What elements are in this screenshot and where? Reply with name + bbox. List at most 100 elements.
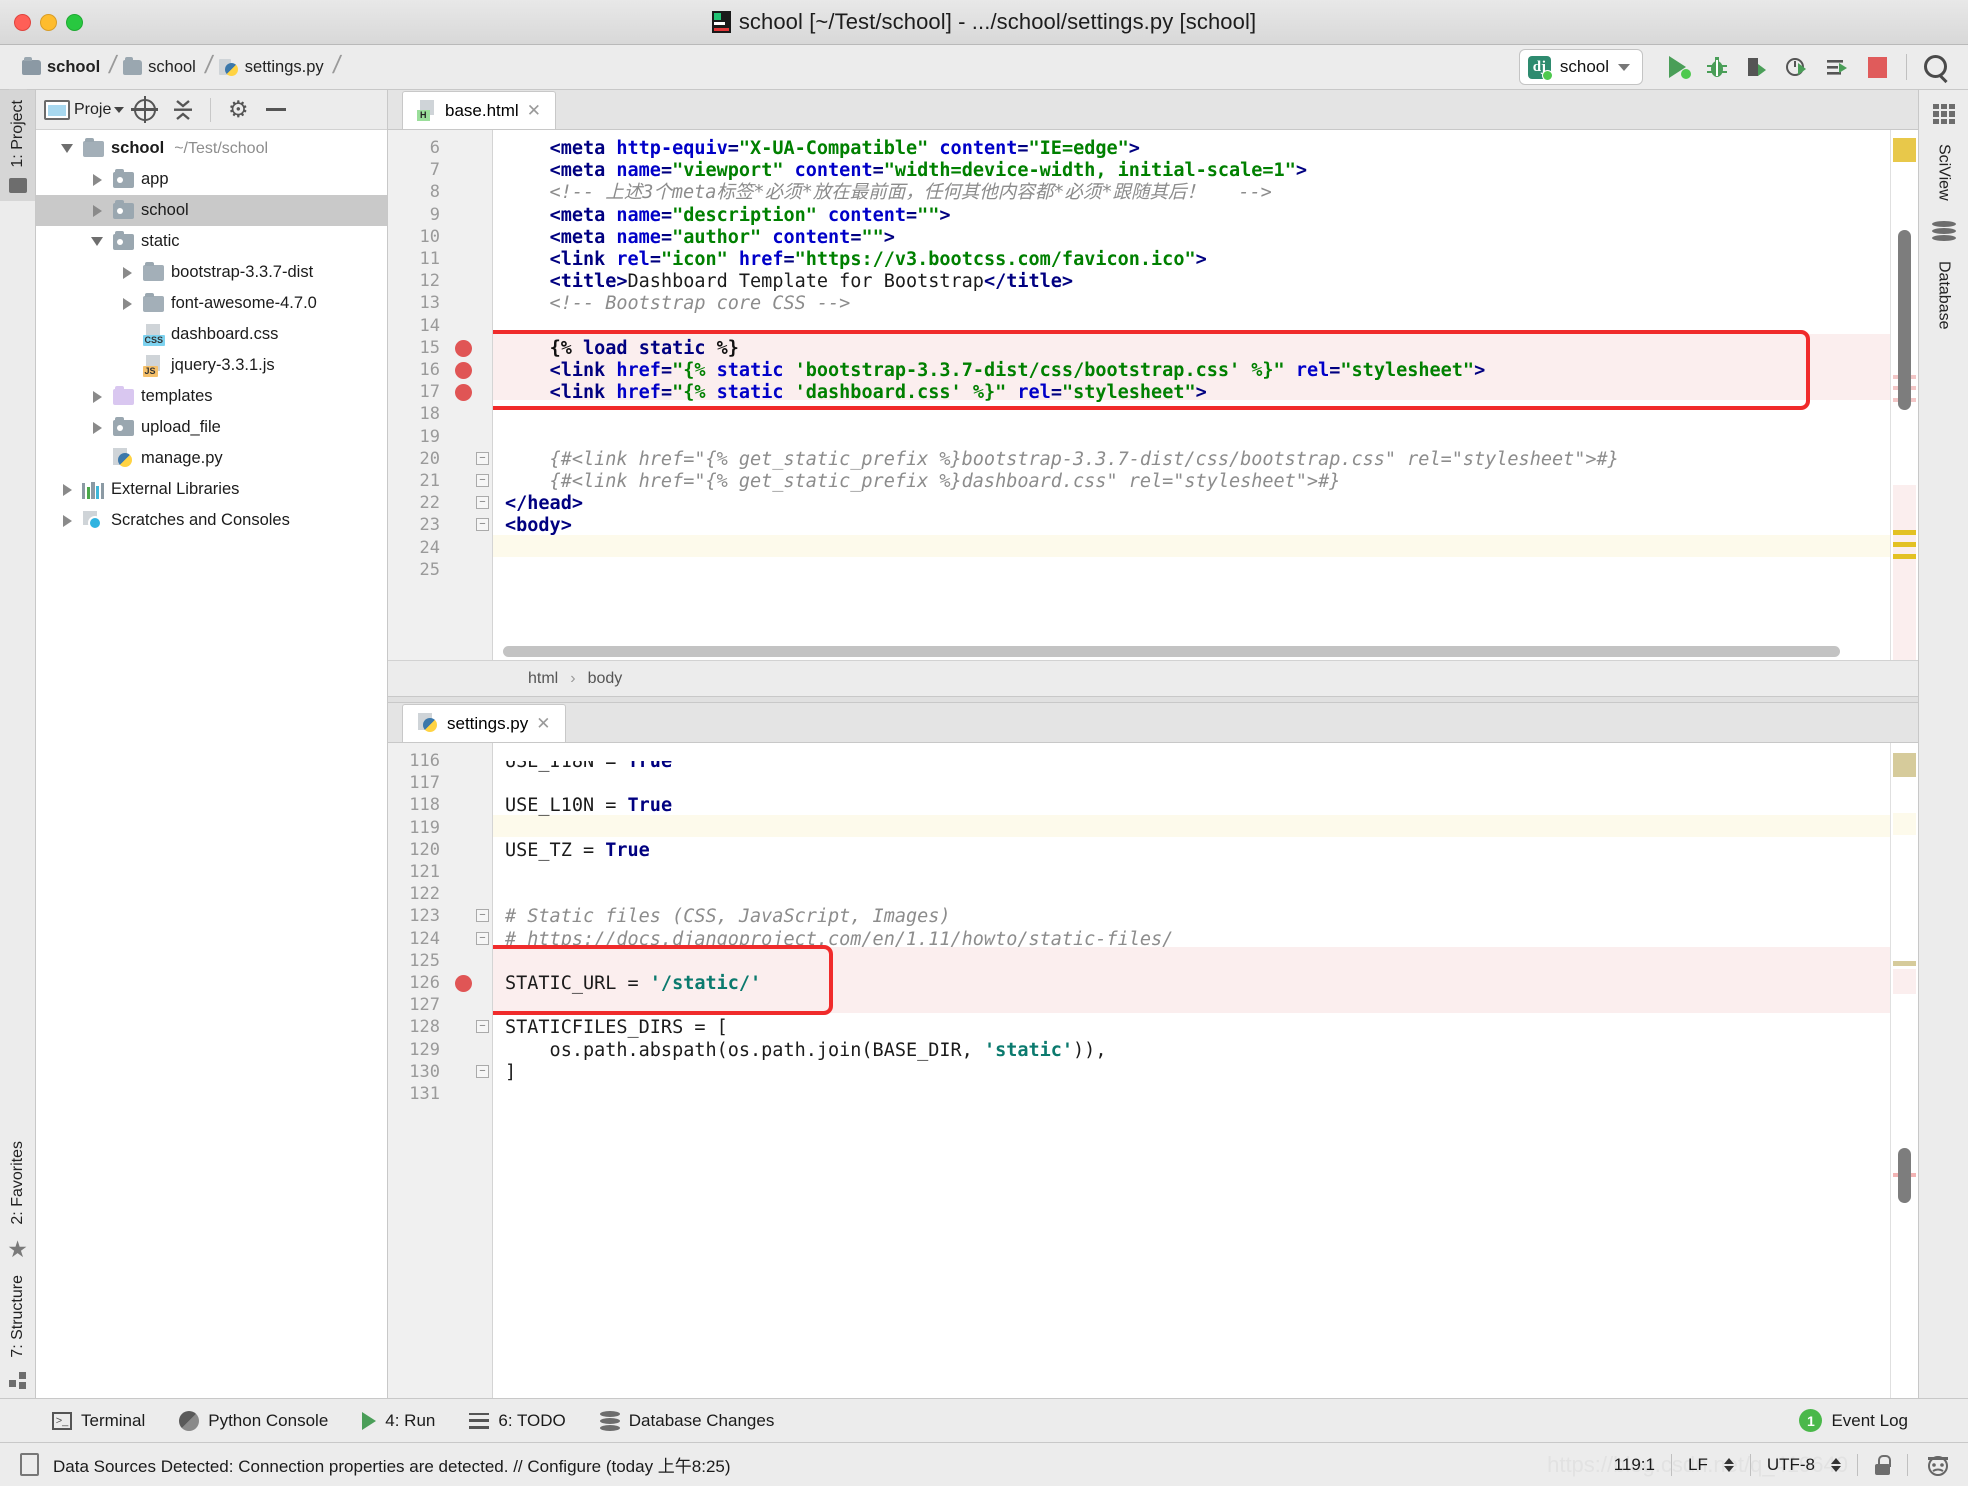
close-icon[interactable]: ✕ <box>536 714 550 734</box>
error-stripe-bottom[interactable] <box>1890 743 1918 1398</box>
tree-twisty[interactable] <box>54 515 80 527</box>
tree-item-app[interactable]: app <box>36 164 387 195</box>
tool-window-run[interactable]: 4: Run <box>362 1411 435 1431</box>
tab-base-html[interactable]: H base.html ✕ <box>402 91 556 129</box>
chevron-right-icon[interactable] <box>93 422 102 434</box>
tree-twisty[interactable] <box>54 484 80 496</box>
editor-gutter-bottom[interactable]: 116117118119120121122123−124−12512612712… <box>388 743 493 1398</box>
code-fold-toggle[interactable]: − <box>476 1065 489 1078</box>
breadcrumb-item-school-root[interactable]: school <box>22 58 104 77</box>
chevron-down-icon[interactable] <box>91 237 103 246</box>
chevron-updown-icon[interactable] <box>1831 1458 1841 1472</box>
tool-window-terminal[interactable]: >_ Terminal <box>52 1411 145 1431</box>
editor-bottom-area[interactable]: 116117118119120121122123−124−12512612712… <box>388 743 1918 1398</box>
chevron-right-icon[interactable] <box>93 174 102 186</box>
close-icon[interactable]: ✕ <box>527 101 541 121</box>
code-fold-toggle[interactable]: − <box>476 932 489 945</box>
stop-button[interactable] <box>1857 47 1897 87</box>
tree-item-templates[interactable]: templates <box>36 381 387 412</box>
locate-file-button[interactable] <box>128 93 162 127</box>
sidebar-item-structure[interactable]: 7: Structure <box>9 1265 27 1368</box>
tool-window-event-log[interactable]: 1 Event Log <box>1799 1409 1968 1432</box>
chevron-right-icon[interactable] <box>93 391 102 403</box>
breadcrumb-item-settings[interactable]: settings.py <box>219 57 328 77</box>
tool-window-todo[interactable]: 6: TODO <box>469 1411 565 1431</box>
status-message[interactable]: Data Sources Detected: Connection proper… <box>53 1452 731 1477</box>
editor-splitter[interactable] <box>388 696 1918 703</box>
error-stripe-top[interactable] <box>1890 130 1918 660</box>
tree-item-manage-py[interactable]: manage.py <box>36 443 387 474</box>
breakpoint-marker[interactable] <box>455 340 472 357</box>
run-with-coverage-button[interactable] <box>1737 47 1777 87</box>
profile-button[interactable] <box>1777 47 1817 87</box>
tree-twisty[interactable] <box>84 174 110 186</box>
tree-twisty[interactable] <box>114 267 140 279</box>
tree-item-dashboard-css[interactable]: CSSdashboard.css <box>36 319 387 350</box>
chevron-down-icon[interactable] <box>1618 64 1630 71</box>
project-tree[interactable]: school~/Test/schoolappschoolstaticbootst… <box>36 130 387 1398</box>
collapse-all-button[interactable] <box>166 93 200 127</box>
run-button[interactable] <box>1657 47 1697 87</box>
notification-icon[interactable] <box>20 1453 39 1476</box>
tree-twisty[interactable] <box>84 237 110 246</box>
hide-panel-button[interactable] <box>259 93 293 127</box>
sidebar-item-sciview[interactable]: SciView <box>1935 134 1953 211</box>
editor-code-bottom[interactable]: USE_I18N = TrueUSE_L10N = TrueUSE_TZ = T… <box>493 743 1890 1398</box>
tree-twisty[interactable] <box>84 205 110 217</box>
sidebar-item-project[interactable]: 1: Project <box>9 90 27 178</box>
lock-icon[interactable] <box>1874 1455 1891 1475</box>
line-separator-indicator[interactable]: LF <box>1688 1455 1708 1475</box>
tree-twisty[interactable] <box>84 391 110 403</box>
breadcrumb-html[interactable]: html <box>528 670 558 688</box>
tree-item-font-awesome-4-7-0[interactable]: font-awesome-4.7.0 <box>36 288 387 319</box>
tree-item-jquery-3-3-1-js[interactable]: JSjquery-3.3.1.js <box>36 350 387 381</box>
debug-button[interactable] <box>1697 47 1737 87</box>
tree-twisty[interactable] <box>114 298 140 310</box>
horizontal-scrollbar[interactable] <box>493 646 1890 660</box>
tree-twisty[interactable] <box>84 422 110 434</box>
breadcrumb-item-school[interactable]: school <box>123 58 200 77</box>
editor-code-top[interactable]: <meta http-equiv="X-UA-Compatible" conte… <box>493 130 1890 660</box>
tab-settings-py[interactable]: settings.py ✕ <box>402 704 566 742</box>
chevron-right-icon[interactable] <box>63 515 72 527</box>
chevron-right-icon[interactable] <box>93 205 102 217</box>
tree-item-scratches-and-consoles[interactable]: Scratches and Consoles <box>36 505 387 536</box>
code-fold-toggle[interactable]: − <box>476 909 489 922</box>
code-fold-toggle[interactable]: − <box>476 474 489 487</box>
search-everywhere-button[interactable] <box>1916 47 1956 87</box>
code-fold-toggle[interactable]: − <box>476 452 489 465</box>
code-fold-toggle[interactable]: − <box>476 1020 489 1033</box>
breakpoint-marker[interactable] <box>455 975 472 992</box>
breakpoint-marker[interactable] <box>455 362 472 379</box>
tree-twisty[interactable] <box>54 144 80 153</box>
caret-position[interactable]: 119:1 <box>1614 1455 1655 1475</box>
tree-item-upload-file[interactable]: upload_file <box>36 412 387 443</box>
editor-gutter-top[interactable]: 67891011121314151617181920−21−22−23−2425 <box>388 130 493 660</box>
tool-window-python-console[interactable]: Python Console <box>179 1411 328 1431</box>
tree-item-bootstrap-3-3-7-dist[interactable]: bootstrap-3.3.7-dist <box>36 257 387 288</box>
chevron-right-icon[interactable] <box>63 484 72 496</box>
breadcrumb-body[interactable]: body <box>588 670 623 688</box>
run-list-button[interactable] <box>1817 47 1857 87</box>
code-fold-toggle[interactable]: − <box>476 496 489 509</box>
breakpoint-marker[interactable] <box>455 384 472 401</box>
sidebar-item-database[interactable]: Database <box>1935 251 1953 340</box>
run-configuration-selector[interactable]: dj school <box>1519 49 1643 85</box>
vertical-scrollbar-thumb[interactable] <box>1898 1148 1911 1203</box>
chevron-updown-icon[interactable] <box>1724 1458 1734 1472</box>
tree-item-school[interactable]: school <box>36 195 387 226</box>
code-fold-toggle[interactable]: − <box>476 518 489 531</box>
editor-top-area[interactable]: 67891011121314151617181920−21−22−23−2425… <box>388 130 1918 660</box>
vertical-scrollbar-thumb[interactable] <box>1898 230 1911 410</box>
sidebar-item-favorites[interactable]: 2: Favorites <box>9 1131 27 1235</box>
chevron-right-icon[interactable] <box>123 298 132 310</box>
project-settings-button[interactable]: ⚙ <box>221 93 255 127</box>
inspector-icon[interactable] <box>1924 1452 1952 1478</box>
horizontal-scrollbar-thumb[interactable] <box>503 646 1840 657</box>
chevron-down-icon[interactable] <box>61 144 73 153</box>
encoding-indicator[interactable]: UTF-8 <box>1767 1455 1815 1475</box>
tree-item-school[interactable]: school~/Test/school <box>36 133 387 164</box>
chevron-right-icon[interactable] <box>123 267 132 279</box>
tree-item-external-libraries[interactable]: External Libraries <box>36 474 387 505</box>
tree-item-static[interactable]: static <box>36 226 387 257</box>
